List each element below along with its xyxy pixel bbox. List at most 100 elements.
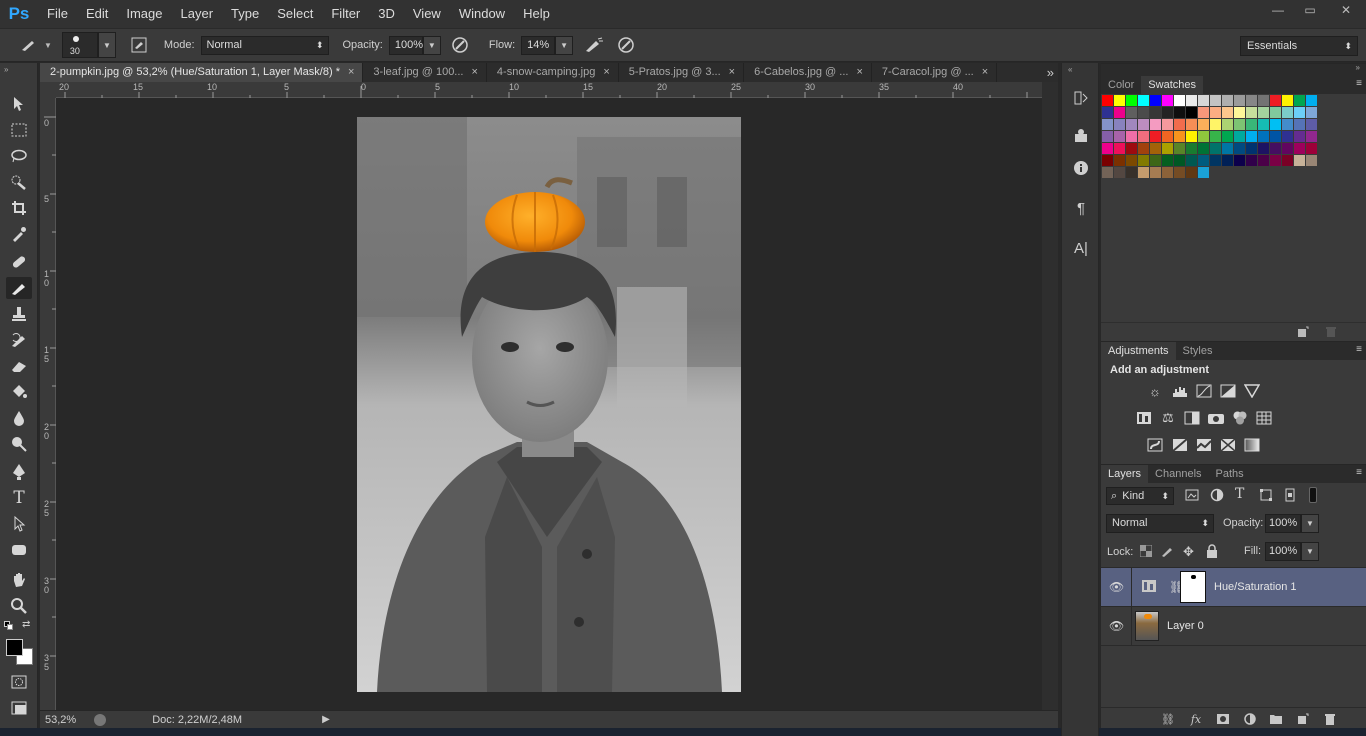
new-adjustment-icon[interactable] [1241, 712, 1259, 726]
color-swatch[interactable] [1126, 119, 1137, 130]
shape-tool-icon[interactable] [6, 539, 32, 561]
fill-dropdown[interactable]: ▼ [1301, 542, 1319, 561]
tab-adjustments[interactable]: Adjustments [1101, 342, 1176, 360]
black-white-icon[interactable] [1183, 409, 1201, 427]
pen-tool-icon[interactable] [6, 461, 32, 483]
color-swatch[interactable] [1258, 119, 1269, 130]
color-swatch[interactable] [1114, 119, 1125, 130]
restore-button[interactable]: ▭ [1294, 0, 1326, 20]
delete-swatch-icon[interactable] [1325, 326, 1337, 341]
color-swatch[interactable] [1138, 167, 1149, 178]
color-swatch[interactable] [1294, 107, 1305, 118]
layer-row[interactable]: 👁 Layer 0 [1101, 607, 1366, 646]
healing-brush-tool-icon[interactable] [6, 251, 32, 273]
tab-caracol[interactable]: 7-Caracol.jpg @ ... × [872, 63, 998, 82]
paint-bucket-tool-icon[interactable] [6, 381, 32, 403]
color-swatch[interactable] [1114, 143, 1125, 154]
menu-select[interactable]: Select [268, 0, 322, 28]
color-swatch[interactable] [1270, 155, 1281, 166]
panel-menu-icon[interactable]: ≡ [1356, 467, 1362, 478]
color-swatch[interactable] [1258, 155, 1269, 166]
invert-icon[interactable] [1146, 436, 1164, 454]
color-swatch[interactable] [1174, 131, 1185, 142]
color-swatch[interactable] [1150, 143, 1161, 154]
color-swatch[interactable] [1174, 155, 1185, 166]
lasso-tool-icon[interactable] [6, 145, 32, 167]
opacity-dropdown[interactable]: ▼ [422, 35, 441, 55]
collapse-arrows-icon[interactable]: » [4, 65, 8, 74]
gradient-map-icon[interactable] [1243, 436, 1261, 454]
tab-close-icon[interactable]: × [856, 66, 862, 78]
tab-close-icon[interactable]: × [348, 66, 354, 78]
color-swatch[interactable] [1306, 143, 1317, 154]
foreground-color-swatch[interactable] [6, 639, 23, 656]
lock-image-icon[interactable] [1161, 545, 1175, 560]
color-swatch[interactable] [1258, 131, 1269, 142]
character-panel-icon[interactable]: A| [1070, 237, 1092, 259]
blend-mode-select[interactable]: Normal ⬍ [1106, 514, 1214, 533]
color-swatch[interactable] [1138, 107, 1149, 118]
color-swatch[interactable] [1162, 155, 1173, 166]
color-swatch[interactable] [1186, 107, 1197, 118]
channel-mixer-icon[interactable] [1231, 409, 1249, 427]
eyedropper-tool-icon[interactable] [6, 223, 32, 245]
tab-pratos[interactable]: 5-Pratos.jpg @ 3... × [619, 63, 745, 82]
color-swatch[interactable] [1282, 107, 1293, 118]
color-swatch[interactable] [1174, 95, 1185, 106]
menu-window[interactable]: Window [450, 0, 514, 28]
color-swatch[interactable] [1162, 143, 1173, 154]
tab-close-icon[interactable]: × [471, 66, 477, 78]
color-swatch[interactable] [1210, 155, 1221, 166]
default-colors-icon[interactable] [4, 621, 14, 631]
paragraph-panel-icon[interactable]: ¶ [1070, 197, 1092, 219]
color-swatch[interactable] [1174, 107, 1185, 118]
curves-icon[interactable] [1195, 382, 1213, 400]
quick-selection-tool-icon[interactable] [6, 171, 32, 193]
color-swatch[interactable] [1198, 155, 1209, 166]
color-swatch[interactable] [1306, 131, 1317, 142]
color-swatch[interactable] [1294, 131, 1305, 142]
color-swatch[interactable] [1282, 95, 1293, 106]
menu-edit[interactable]: Edit [77, 0, 117, 28]
color-swatch[interactable] [1102, 107, 1113, 118]
layer-name[interactable]: Layer 0 [1167, 620, 1204, 632]
canvas-vertical-scrollbar[interactable] [1042, 82, 1058, 710]
brush-tool-preset-icon[interactable] [18, 34, 40, 56]
color-swatch[interactable] [1150, 107, 1161, 118]
menu-layer[interactable]: Layer [172, 0, 223, 28]
color-swatch[interactable] [1270, 95, 1281, 106]
hand-tool-icon[interactable] [6, 569, 32, 591]
swap-colors-icon[interactable]: ⇄ [22, 619, 30, 630]
color-swatch[interactable] [1150, 155, 1161, 166]
brush-panel-icon[interactable] [128, 34, 150, 56]
clone-stamp-tool-icon[interactable] [6, 303, 32, 325]
color-swatch[interactable] [1294, 119, 1305, 130]
posterize-icon[interactable] [1171, 436, 1189, 454]
color-swatch[interactable] [1186, 167, 1197, 178]
brush-tool-icon[interactable] [6, 277, 32, 299]
document-image[interactable] [357, 117, 741, 692]
new-layer-icon[interactable] [1294, 712, 1312, 726]
tab-layers[interactable]: Layers [1101, 465, 1149, 483]
color-swatch[interactable] [1162, 119, 1173, 130]
history-panel-icon[interactable] [1070, 87, 1092, 109]
color-swatch[interactable] [1258, 107, 1269, 118]
color-swatch[interactable] [1222, 119, 1233, 130]
panel-menu-icon[interactable]: ≡ [1356, 78, 1362, 89]
color-swatch[interactable] [1126, 167, 1137, 178]
color-swatch[interactable] [1138, 143, 1149, 154]
tab-channels[interactable]: Channels [1148, 465, 1208, 483]
menu-filter[interactable]: Filter [322, 0, 369, 28]
tab-cabelos[interactable]: 6-Cabelos.jpg @ ... × [744, 63, 872, 82]
color-swatch[interactable] [1126, 131, 1137, 142]
eraser-tool-icon[interactable] [6, 355, 32, 377]
tab-overflow-icon[interactable]: » [1047, 63, 1054, 82]
workspace-select[interactable]: Essentials ⬍ [1240, 36, 1358, 56]
color-swatch[interactable] [1210, 143, 1221, 154]
opacity-input[interactable]: 100% [388, 35, 423, 55]
tab-color[interactable]: Color [1101, 76, 1141, 94]
lock-transparent-icon[interactable] [1139, 544, 1153, 560]
color-swatch[interactable] [1138, 95, 1149, 106]
color-swatch[interactable] [1138, 155, 1149, 166]
color-swatch[interactable] [1222, 155, 1233, 166]
